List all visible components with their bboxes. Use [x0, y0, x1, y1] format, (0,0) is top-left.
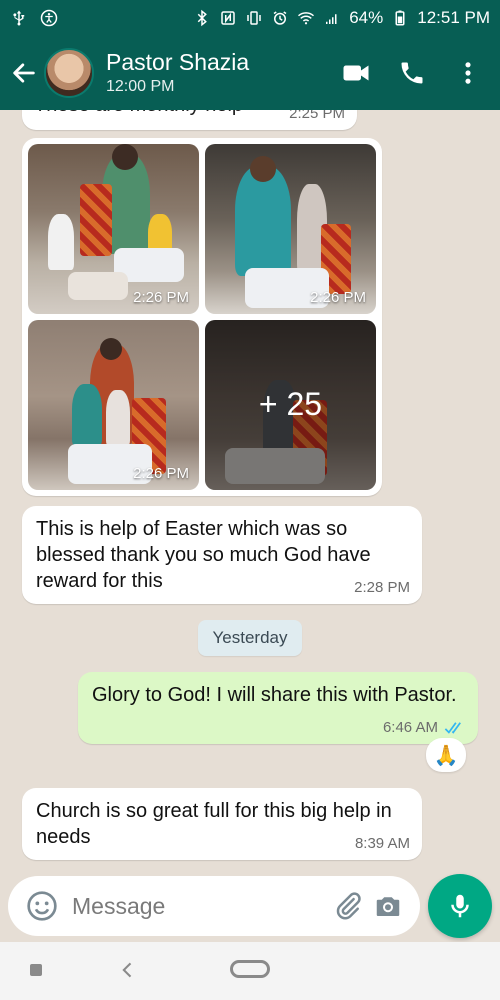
- nfc-icon: [219, 9, 237, 27]
- avatar[interactable]: [44, 48, 94, 98]
- album-photo[interactable]: 2:26 PM: [205, 144, 376, 314]
- more-options-button[interactable]: [452, 57, 484, 89]
- message-placeholder[interactable]: Message: [72, 893, 328, 920]
- arrow-back-icon: [13, 63, 35, 83]
- attach-button[interactable]: [328, 886, 368, 926]
- message-incoming[interactable]: These are monthly help 2:25 PM: [22, 110, 357, 130]
- alarm-icon: [271, 9, 289, 27]
- message-meta: 6:46 AM: [383, 719, 466, 736]
- chat-area[interactable]: These are monthly help 2:25 PM 2:26 PM 2…: [0, 110, 500, 870]
- system-back-button[interactable]: [118, 960, 138, 980]
- vibrate-icon: [245, 9, 263, 27]
- signal-icon: [323, 9, 341, 27]
- album-more-photos[interactable]: + 25: [205, 320, 376, 490]
- reaction-badge[interactable]: 🙏: [426, 738, 466, 772]
- bluetooth-icon: [193, 9, 211, 27]
- phone-icon: [401, 62, 423, 84]
- contact-info[interactable]: Pastor Shazia 12:00 PM: [106, 48, 249, 98]
- emoji-button[interactable]: [20, 884, 64, 928]
- camera-button[interactable]: [368, 886, 408, 926]
- album-photo[interactable]: 2:26 PM: [28, 320, 199, 490]
- message-incoming[interactable]: This is help of Easter which was so bles…: [22, 506, 422, 604]
- video-call-button[interactable]: [340, 57, 372, 89]
- battery-percentage: 64%: [349, 8, 384, 27]
- back-button[interactable]: [4, 53, 44, 93]
- paperclip-icon: [336, 892, 361, 920]
- message-outgoing[interactable]: Glory to God! I will share this with Pas…: [78, 672, 478, 744]
- message-time: 2:28 PM: [354, 579, 410, 596]
- battery-icon: [391, 9, 409, 27]
- message-time: 8:39 AM: [354, 835, 410, 852]
- more-vert-icon: [465, 62, 471, 84]
- status-bar: 64% 12:51 PM: [0, 0, 500, 36]
- message-text: This is help of Easter which was so bles…: [36, 518, 371, 592]
- album-photo[interactable]: 2:26 PM: [28, 144, 199, 314]
- clock: 12:51 PM: [417, 8, 490, 27]
- chat-header: Pastor Shazia 12:00 PM: [0, 36, 500, 110]
- microphone-icon: [451, 894, 469, 918]
- wifi-icon: [297, 9, 315, 27]
- home-button[interactable]: [230, 960, 270, 978]
- camera-icon: [376, 897, 400, 916]
- last-seen: 12:00 PM: [106, 78, 175, 95]
- message-time: 2:25 PM: [289, 110, 345, 122]
- message-input-field[interactable]: Message: [8, 876, 420, 936]
- photo-album[interactable]: 2:26 PM 2:26 PM 2:26 PM + 25: [22, 138, 382, 496]
- contact-name: Pastor Shazia: [106, 49, 250, 75]
- emoji-icon: [27, 891, 57, 921]
- double-check-icon: [444, 721, 461, 734]
- more-photos-count: + 25: [258, 386, 323, 422]
- photo-time: 2:26 PM: [133, 465, 189, 482]
- message-text: Glory to God! I will share this with Pas…: [92, 684, 457, 706]
- photo-time: 2:26 PM: [310, 289, 366, 306]
- accessibility-icon: [40, 9, 58, 27]
- voice-message-button[interactable]: [428, 874, 492, 938]
- message-text: Church is so great full for this big hel…: [36, 800, 392, 848]
- date-separator: Yesterday: [198, 620, 302, 656]
- system-navigation-bar: [0, 942, 500, 1000]
- photo-time: 2:26 PM: [133, 289, 189, 306]
- message-incoming[interactable]: Church is so great full for this big hel…: [22, 788, 422, 860]
- composer: Message: [0, 870, 500, 942]
- video-camera-icon: [343, 65, 369, 81]
- voice-call-button[interactable]: [396, 57, 428, 89]
- chevron-left-icon: [122, 962, 132, 978]
- usb-icon: [10, 9, 28, 27]
- message-time: 6:46 AM: [382, 719, 438, 736]
- recent-apps-button[interactable]: [30, 964, 42, 976]
